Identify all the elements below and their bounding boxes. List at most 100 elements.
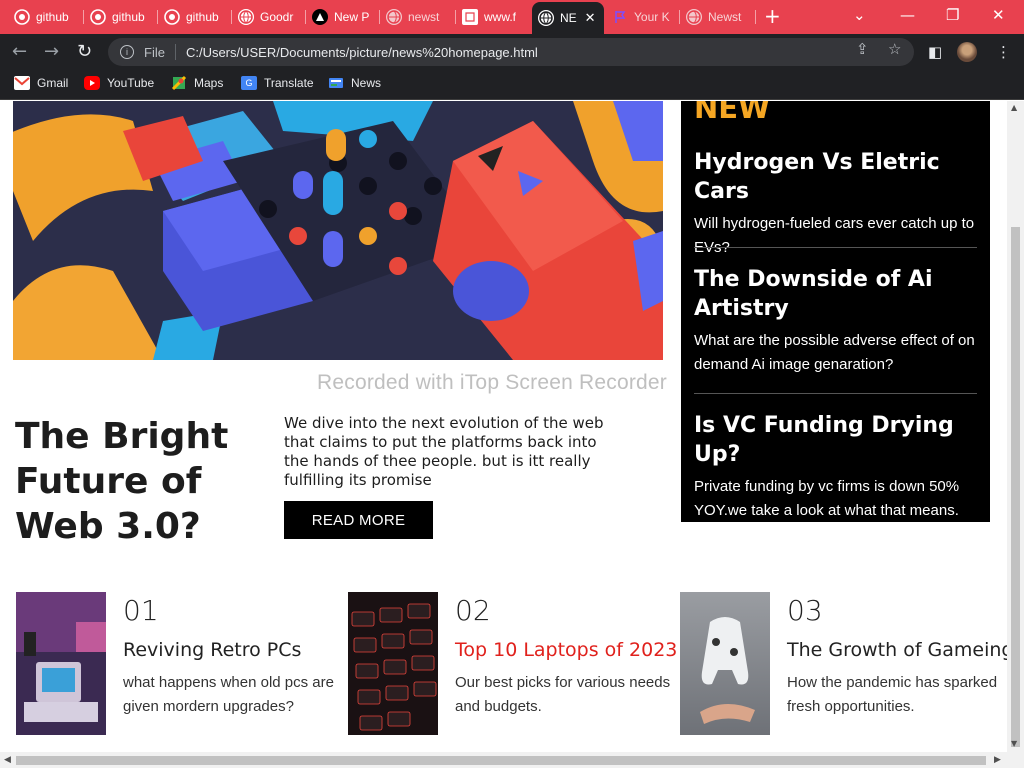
tab-search-icon[interactable]: ⌄ xyxy=(853,6,866,24)
globe-icon xyxy=(686,9,702,25)
tab-title: github xyxy=(112,10,145,24)
page-title: The Bright Future of Web 3.0? xyxy=(15,416,229,547)
browser-tab[interactable]: github xyxy=(158,4,232,30)
keyboard-image xyxy=(348,592,438,735)
share-icon[interactable]: ⇪ xyxy=(856,40,869,58)
bookmark-gmail[interactable]: Gmail xyxy=(14,76,68,90)
docs-icon xyxy=(462,9,478,25)
forward-icon[interactable]: → xyxy=(44,42,59,62)
globe-icon xyxy=(538,10,554,26)
retro-pc-image xyxy=(16,592,106,735)
sidebar-article-title[interactable]: The Downside of Ai Artistry xyxy=(694,265,977,323)
recorder-watermark: Recorded with iTop Screen Recorder xyxy=(317,371,667,394)
tab-title: newst xyxy=(408,10,440,24)
sidebar-article-title[interactable]: Is VC Funding Drying Up? xyxy=(694,411,977,469)
close-icon[interactable]: ✕ xyxy=(585,10,596,26)
avatar[interactable] xyxy=(957,42,977,62)
url-text[interactable]: C:/Users/USER/Documents/picture/news%20h… xyxy=(186,45,538,60)
gmail-icon xyxy=(14,76,30,90)
sidebar-article[interactable]: Is VC Funding Drying Up? Private funding… xyxy=(694,411,977,523)
scroll-down-icon[interactable]: ▼ xyxy=(1011,739,1017,748)
gamepad-image xyxy=(680,592,770,735)
bookmarks-bar: Gmail YouTube Maps G Translate News xyxy=(0,70,1024,100)
sidebar-article-desc: Will hydrogen-fueled cars ever catch up … xyxy=(694,215,975,256)
browser-tab[interactable]: Newst xyxy=(680,4,756,30)
browser-tab[interactable]: Goodr xyxy=(232,4,306,30)
article-title[interactable]: The Growth of Gameing xyxy=(787,639,1007,661)
sidebar-article-desc: Private funding by vc firms is down 50% … xyxy=(694,478,960,519)
article-number: 03 xyxy=(787,594,823,627)
scroll-right-icon[interactable]: ▶ xyxy=(994,755,1001,765)
sidebar-article-desc: What are the possible adverse effect of … xyxy=(694,332,975,373)
divider xyxy=(694,247,977,248)
article-title[interactable]: Top 10 Laptops of 2023 xyxy=(455,639,677,661)
article-number: 01 xyxy=(123,594,159,627)
tab-title: Your K xyxy=(634,10,670,24)
maps-icon xyxy=(171,75,187,91)
read-more-button[interactable]: READ MORE xyxy=(284,501,433,539)
sidebar-article[interactable]: Hydrogen Vs Eletric Cars Will hydrogen-f… xyxy=(694,148,977,260)
bookmark-label: YouTube xyxy=(107,76,155,90)
article-desc: Our best picks for various needs and bud… xyxy=(455,674,671,715)
browser-toolbar: ← → ↻ i File C:/Users/USER/Documents/pic… xyxy=(0,34,1024,70)
address-bar[interactable]: i File C:/Users/USER/Documents/picture/n… xyxy=(108,38,914,66)
scheme-label: File xyxy=(144,44,165,60)
browser-tab[interactable]: newst xyxy=(380,4,456,30)
divider xyxy=(694,393,977,394)
back-icon[interactable]: ← xyxy=(12,42,27,62)
globe-icon xyxy=(386,9,402,25)
scroll-thumb[interactable] xyxy=(1011,227,1020,747)
page-viewport: NEW Hydrogen Vs Eletric Cars Will hydrog… xyxy=(0,101,1007,752)
sidebar-article[interactable]: The Downside of Ai Artistry What are the… xyxy=(694,265,977,377)
horizontal-scrollbar[interactable]: ◀ ▶ xyxy=(0,752,1024,768)
article-desc: what happens when old pcs are given mord… xyxy=(123,674,334,715)
tab-title: New P xyxy=(334,10,370,24)
menu-icon[interactable]: ⋮ xyxy=(996,43,1011,61)
tab-title: www.f xyxy=(484,10,517,24)
sidebar-heading: NEW xyxy=(694,101,771,125)
github-icon xyxy=(90,9,106,25)
translate-icon: G xyxy=(241,76,257,90)
tab-title: Goodr xyxy=(260,10,294,24)
browser-tab[interactable]: github xyxy=(84,4,158,30)
tab-strip: github github github Goodr New P newst w… xyxy=(0,0,1024,34)
tab-title: Newst xyxy=(708,10,742,24)
side-panel-icon[interactable]: ◧ xyxy=(928,43,942,61)
browser-tab[interactable]: Your K xyxy=(606,4,680,30)
browser-tab[interactable]: github xyxy=(8,4,84,30)
new-articles-sidebar: NEW Hydrogen Vs Eletric Cars Will hydrog… xyxy=(681,101,990,522)
youtube-icon xyxy=(84,76,100,90)
hero-image xyxy=(13,101,663,360)
scroll-left-icon[interactable]: ◀ xyxy=(4,755,11,765)
news-icon xyxy=(328,76,344,90)
bookmark-maps[interactable]: Maps xyxy=(171,75,224,91)
minimize-button[interactable]: — xyxy=(900,6,915,24)
bookmark-star-icon[interactable]: ☆ xyxy=(888,40,901,58)
tab-title: NE xyxy=(560,11,577,25)
vertical-scrollbar[interactable]: ▲ ▼ xyxy=(1007,101,1024,752)
article-desc: How the pandemic has sparked fresh oppor… xyxy=(787,674,998,715)
restore-button[interactable]: ❐ xyxy=(946,6,959,24)
github-icon xyxy=(164,9,180,25)
article-title[interactable]: Reviving Retro PCs xyxy=(123,639,301,661)
close-window-button[interactable]: ✕ xyxy=(992,6,1005,24)
scroll-up-icon[interactable]: ▲ xyxy=(1011,103,1017,112)
reload-icon[interactable]: ↻ xyxy=(77,42,92,62)
browser-tab[interactable]: New P xyxy=(306,4,380,30)
browser-tab-active[interactable]: NE ✕ xyxy=(532,2,604,34)
bookmark-label: Translate xyxy=(264,76,314,90)
hero-lede: We dive into the next evolution of the w… xyxy=(284,414,604,489)
bookmark-translate[interactable]: G Translate xyxy=(241,76,314,90)
sidebar-article-title[interactable]: Hydrogen Vs Eletric Cars xyxy=(694,148,977,206)
new-tab-button[interactable]: + xyxy=(764,6,781,26)
browser-tab[interactable]: www.f xyxy=(456,4,530,30)
bookmark-news[interactable]: News xyxy=(328,76,381,90)
bookmark-label: News xyxy=(351,76,382,90)
tab-title: github xyxy=(186,10,219,24)
article-number: 02 xyxy=(455,594,491,627)
scroll-thumb[interactable] xyxy=(16,756,986,765)
bookmark-label: Maps xyxy=(194,76,224,90)
info-icon[interactable]: i xyxy=(120,45,134,59)
bookmark-label: Gmail xyxy=(37,76,69,90)
bookmark-youtube[interactable]: YouTube xyxy=(84,76,154,90)
